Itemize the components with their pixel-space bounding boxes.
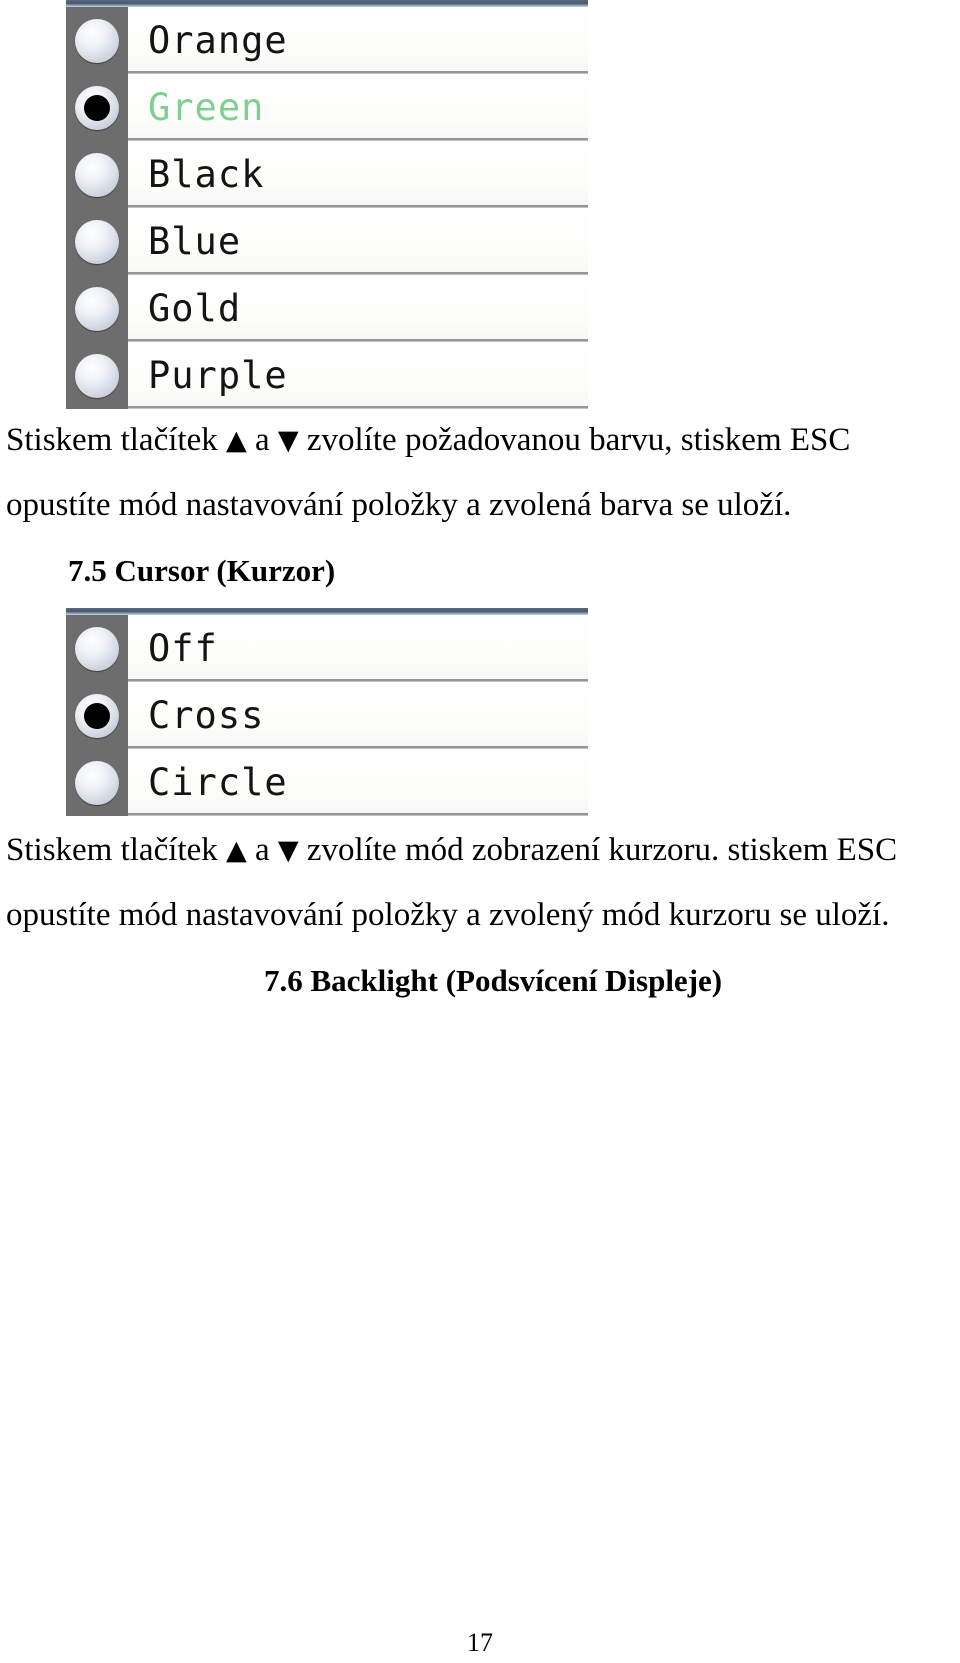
document-page: { "page": { "number": "17", "language": … — [0, 0, 960, 1663]
lcd-title-bar-cursor — [66, 608, 588, 615]
radio-button-cell[interactable] — [66, 615, 128, 682]
instr-text-mid: a — [254, 422, 270, 458]
radio-unselected-icon — [75, 219, 119, 264]
menu-option-label: Green — [148, 86, 265, 129]
down-arrow-icon: ▼ — [277, 835, 299, 866]
radio-button-cell[interactable] — [66, 275, 128, 342]
instr-text-mid: a — [254, 832, 270, 868]
color-selection-screen: Orange Green Black Blue Gold Purple — [66, 0, 588, 409]
menu-option-off[interactable]: Off — [66, 615, 588, 682]
menu-option-black[interactable]: Black — [66, 141, 588, 208]
radio-selected-icon — [75, 693, 119, 738]
radio-unselected-icon — [75, 760, 119, 805]
instr-text-a: Stiskem tlačítek — [6, 422, 218, 458]
down-arrow-icon: ▼ — [277, 425, 299, 456]
menu-option-green[interactable]: Green — [66, 74, 588, 141]
menu-option-purple[interactable]: Purple — [66, 342, 588, 409]
menu-option-label: Cross — [148, 694, 265, 737]
color-instructions-line-1: Stiskem tlačítek ▲ a ▼ zvolíte požadovan… — [6, 423, 850, 458]
menu-option-circle[interactable]: Circle — [66, 749, 588, 816]
radio-button-cell[interactable] — [66, 141, 128, 208]
menu-option-label: Orange — [148, 19, 288, 62]
menu-option-label: Off — [148, 627, 218, 670]
page-number: 17 — [467, 1628, 493, 1657]
menu-option-blue[interactable]: Blue — [66, 208, 588, 275]
menu-option-cross[interactable]: Cross — [66, 682, 588, 749]
menu-option-gold[interactable]: Gold — [66, 275, 588, 342]
radio-unselected-icon — [75, 152, 119, 197]
menu-option-orange[interactable]: Orange — [66, 7, 588, 74]
menu-option-label: Circle — [148, 761, 288, 804]
radio-unselected-icon — [75, 353, 119, 398]
up-arrow-icon: ▲ — [225, 425, 247, 456]
radio-unselected-icon — [75, 286, 119, 331]
cursor-instructions-line-2: opustíte mód nastavování položky a zvole… — [6, 897, 890, 933]
radio-selected-icon — [75, 85, 119, 130]
radio-unselected-icon — [75, 18, 119, 63]
instr-text-b: zvolíte mód zobrazení kurzoru. stiskem E… — [306, 832, 898, 868]
up-arrow-icon: ▲ — [225, 835, 247, 866]
radio-button-cell[interactable] — [66, 7, 128, 74]
instr-text-a: Stiskem tlačítek — [6, 832, 218, 868]
menu-option-label: Purple — [148, 354, 288, 397]
radio-button-cell[interactable] — [66, 682, 128, 749]
radio-button-cell[interactable] — [66, 208, 128, 275]
section-heading-7-5: 7.5 Cursor (Kurzor) — [68, 553, 336, 588]
lcd-title-bar — [66, 0, 588, 7]
radio-button-cell[interactable] — [66, 749, 128, 816]
radio-button-cell[interactable] — [66, 74, 128, 141]
radio-button-cell[interactable] — [66, 342, 128, 409]
menu-option-label: Gold — [148, 287, 242, 330]
color-instructions-line-2: opustíte mód nastavování položky a zvole… — [6, 487, 792, 523]
cursor-selection-screen: Off Cross Circle — [66, 608, 588, 816]
radio-unselected-icon — [75, 626, 119, 671]
instr-text-b: zvolíte požadovanou barvu, stiskem ESC — [306, 422, 851, 458]
cursor-instructions-line-1: Stiskem tlačítek ▲ a ▼ zvolíte mód zobra… — [6, 833, 897, 868]
menu-option-label: Blue — [148, 220, 242, 263]
section-heading-7-6: 7.6 Backlight (Podsvícení Displeje) — [264, 963, 723, 998]
menu-option-label: Black — [148, 153, 265, 196]
